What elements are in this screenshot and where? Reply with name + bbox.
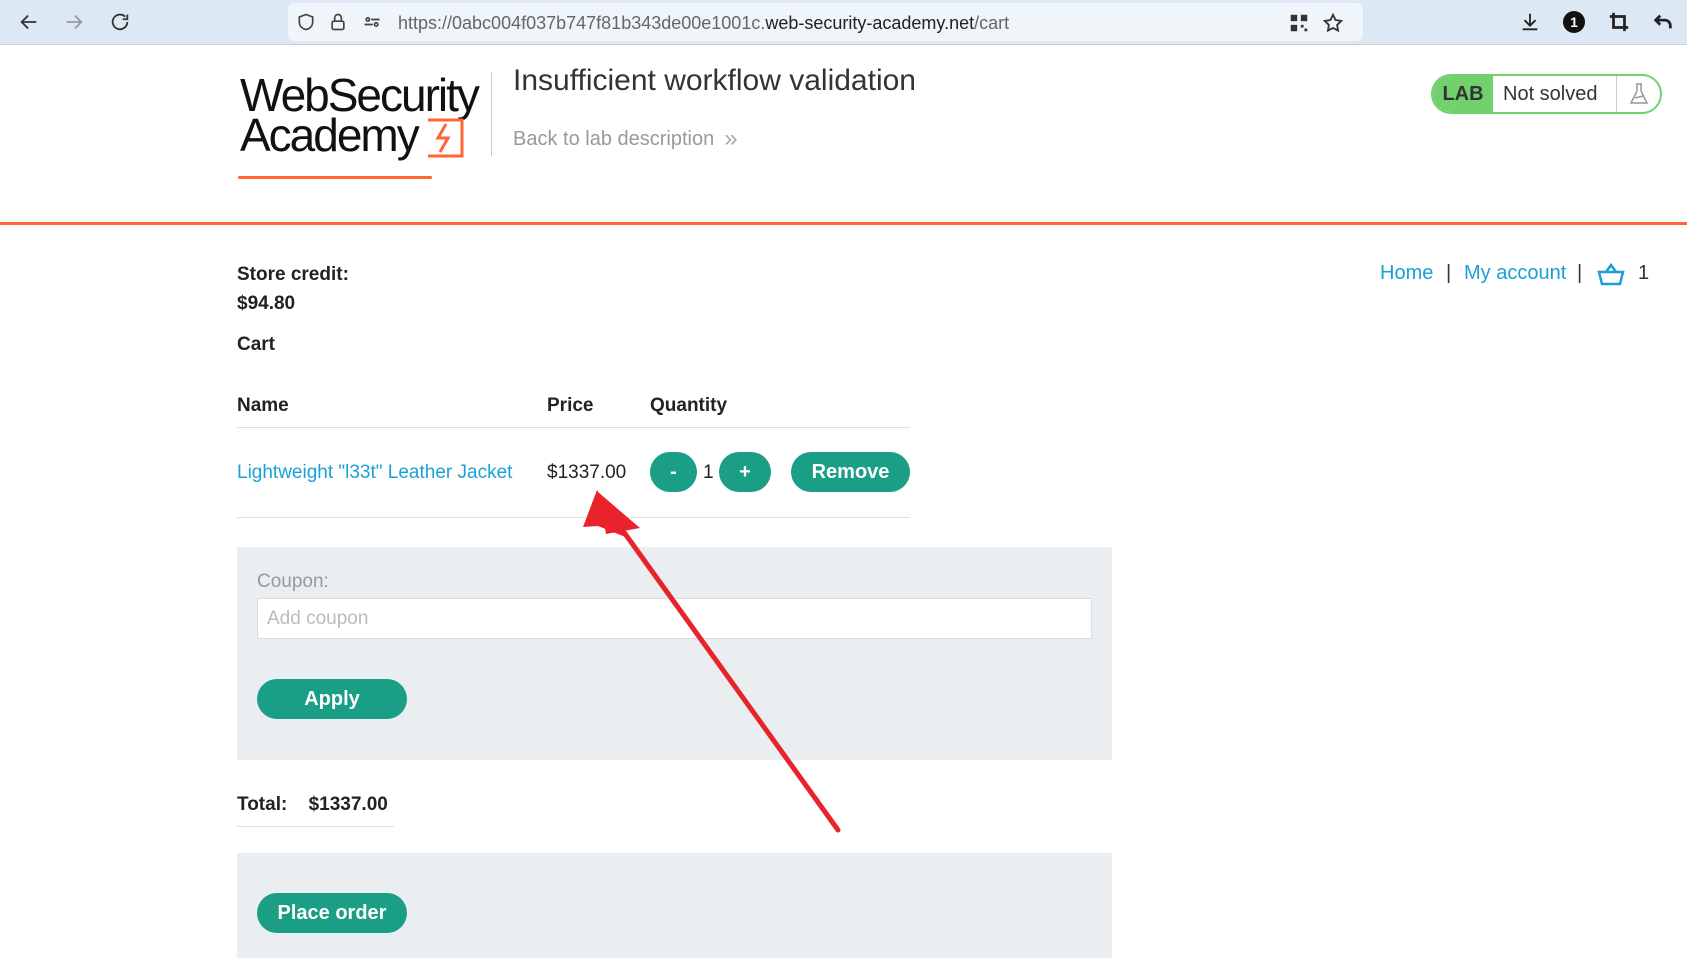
nav-separator: | bbox=[1446, 262, 1452, 284]
lock-icon[interactable] bbox=[328, 12, 348, 32]
coupon-input[interactable] bbox=[257, 598, 1092, 639]
row-divider bbox=[237, 517, 910, 518]
back-to-lab-description-link[interactable]: Back to lab description » bbox=[513, 125, 738, 153]
nav-separator: | bbox=[1577, 262, 1583, 284]
undo-icon[interactable] bbox=[1650, 9, 1676, 35]
lab-state: Not solved bbox=[1503, 82, 1598, 105]
nav-home-link[interactable]: Home bbox=[1380, 262, 1433, 285]
column-header-quantity: Quantity bbox=[650, 395, 728, 416]
shield-icon[interactable] bbox=[296, 12, 316, 32]
column-header-price: Price bbox=[547, 395, 594, 416]
lab-header: WebSecurity Academy Insufficient workflo… bbox=[0, 46, 1687, 225]
back-arrow-icon[interactable] bbox=[12, 6, 46, 38]
cart-icon[interactable] bbox=[1597, 262, 1625, 293]
logo-bolt-icon bbox=[428, 118, 464, 158]
download-icon[interactable] bbox=[1517, 9, 1543, 35]
double-chevron-right-icon: » bbox=[724, 125, 738, 152]
place-order-button[interactable]: Place order bbox=[257, 893, 407, 933]
increase-quantity-button[interactable]: + bbox=[719, 452, 771, 492]
product-price: $1337.00 bbox=[547, 462, 627, 483]
url-domain: web-security-academy.net bbox=[765, 13, 975, 33]
cart-heading: Cart bbox=[237, 334, 276, 355]
qr-code-icon[interactable] bbox=[1288, 12, 1310, 34]
extension-icon[interactable]: 1 bbox=[1561, 9, 1587, 35]
apply-coupon-button[interactable]: Apply bbox=[257, 679, 407, 719]
url-prefix: https://0abc004f037b747f81b343de00e1001c… bbox=[398, 13, 766, 33]
lab-status-widget: LAB Not solved bbox=[1431, 74, 1662, 114]
place-order-panel: Place order bbox=[237, 853, 1112, 958]
store-credit-label: Store credit: bbox=[237, 264, 349, 285]
remove-item-button[interactable]: Remove bbox=[791, 452, 910, 492]
flask-icon bbox=[1616, 76, 1660, 112]
forward-arrow-icon[interactable] bbox=[57, 6, 91, 38]
url-path: /cart bbox=[974, 13, 1010, 33]
product-quantity: 1 bbox=[703, 462, 714, 483]
header-divider bbox=[237, 427, 910, 428]
header-divider bbox=[491, 72, 492, 156]
total-label: Total: bbox=[237, 794, 288, 815]
nav-my-account-link[interactable]: My account bbox=[1464, 262, 1566, 285]
total-row: Total: $1337.00 bbox=[237, 794, 388, 826]
logo-line2: Academy bbox=[240, 109, 420, 161]
total-divider bbox=[237, 826, 394, 827]
column-header-name: Name bbox=[237, 395, 289, 416]
extension-badge: 1 bbox=[1563, 11, 1585, 33]
product-name-link[interactable]: Lightweight "l33t" Leather Jacket bbox=[237, 462, 512, 484]
store-credit-value: $94.80 bbox=[237, 293, 296, 314]
coupon-label: Coupon: bbox=[257, 571, 329, 592]
address-bar[interactable]: https://0abc004f037b747f81b343de00e1001c… bbox=[288, 3, 1363, 41]
decrease-quantity-button[interactable]: - bbox=[650, 452, 697, 492]
back-link-label: Back to lab description bbox=[513, 127, 715, 150]
bookmark-star-icon[interactable] bbox=[1322, 12, 1344, 34]
logo-underline bbox=[238, 176, 432, 179]
coupon-panel: Coupon: Apply bbox=[237, 547, 1112, 760]
total-value: $1337.00 bbox=[308, 794, 388, 815]
site-settings-icon[interactable] bbox=[362, 12, 382, 32]
cart-count: 1 bbox=[1638, 262, 1650, 284]
lab-badge: LAB bbox=[1433, 76, 1493, 112]
browser-toolbar: https://0abc004f037b747f81b343de00e1001c… bbox=[0, 0, 1687, 45]
nav-home-label: Home bbox=[1380, 262, 1434, 284]
url-text[interactable]: https://0abc004f037b747f81b343de00e1001c… bbox=[398, 13, 1009, 34]
reload-icon[interactable] bbox=[103, 6, 137, 38]
web-security-academy-logo[interactable]: WebSecurity Academy bbox=[238, 68, 488, 188]
lab-title: Insufficient workflow validation bbox=[513, 64, 916, 97]
nav-my-account-label: My account bbox=[1464, 262, 1567, 284]
crop-icon[interactable] bbox=[1606, 9, 1632, 35]
